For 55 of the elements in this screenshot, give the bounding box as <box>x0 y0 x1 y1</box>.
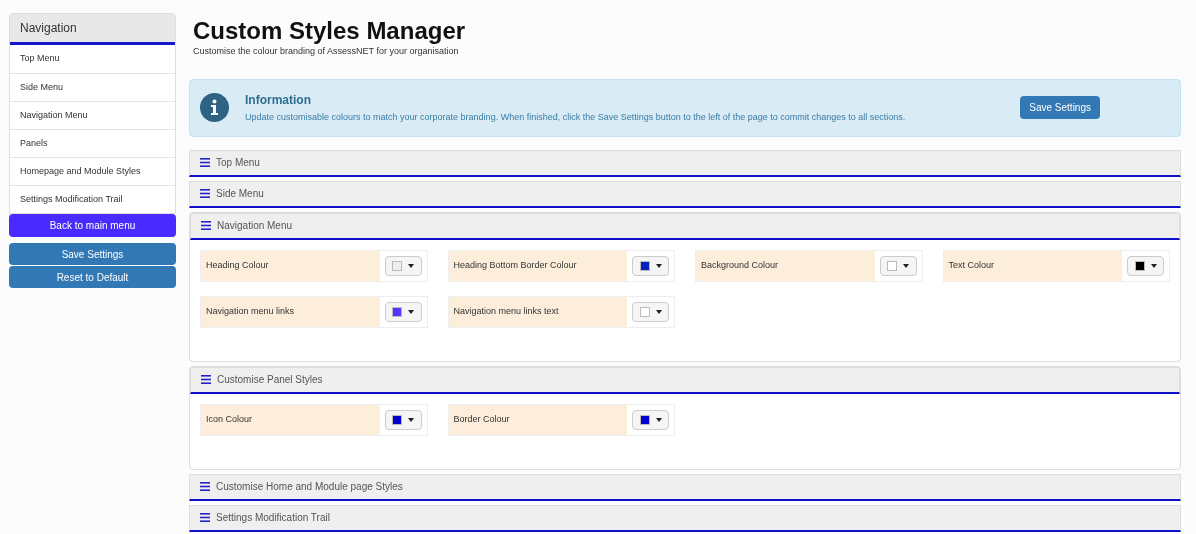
info-icon <box>200 93 229 122</box>
section-header[interactable]: Settings Modification Trail <box>189 504 1181 532</box>
menu-icon <box>200 189 210 198</box>
section-title: Customise Home and Module page Styles <box>216 480 403 494</box>
info-text: Update customisable colours to match your corporate branding. When finished, click the Save Settings button to the left of the page to commit changes to all sections. <box>245 110 907 124</box>
sidebar-item[interactable]: Top Menu <box>10 45 175 73</box>
save-settings-button[interactable]: Save Settings <box>1020 96 1100 119</box>
menu-icon <box>201 221 211 230</box>
caret-icon <box>408 417 414 422</box>
sidebar-title: Navigation <box>10 14 175 45</box>
info-title: Information <box>245 91 312 109</box>
colour-picker[interactable] <box>632 255 669 276</box>
section-title: Side Menu <box>216 187 264 201</box>
field-label: Border Colour <box>448 404 627 435</box>
caret-icon <box>408 263 414 268</box>
caret-icon <box>655 263 662 268</box>
page-title: Custom Styles Manager <box>193 17 466 45</box>
section-title: Navigation Menu <box>217 219 293 233</box>
colour-picker[interactable] <box>632 409 669 430</box>
field-label: Heading Bottom Border Colour <box>448 250 627 281</box>
section-title: Top Menu <box>216 156 260 170</box>
menu-icon <box>200 158 210 167</box>
field-label: Background Colour <box>696 250 875 281</box>
section-header[interactable]: Side Menu <box>189 180 1181 208</box>
section-header[interactable]: Navigation Menu <box>190 212 1180 240</box>
caret-icon <box>655 309 662 314</box>
caret-icon <box>655 417 662 422</box>
menu-icon <box>200 482 210 491</box>
back-to-main-menu-button[interactable]: Back to main menu <box>9 214 176 237</box>
sidebar-item[interactable]: Panels <box>10 129 175 157</box>
caret-icon <box>408 309 414 314</box>
section-header[interactable]: Customise Panel Styles <box>190 366 1180 394</box>
caret-icon <box>903 263 909 268</box>
caret-icon <box>1150 263 1157 268</box>
field-label: Heading Colour <box>201 250 380 281</box>
page-subtitle: Customise the colour branding of AssessNET for your organisation <box>193 45 459 58</box>
section-title: Customise Panel Styles <box>217 373 323 387</box>
menu-icon <box>201 375 211 384</box>
field-label: Icon Colour <box>201 404 380 435</box>
sidebar-item[interactable]: Settings Modification Trail <box>10 185 175 213</box>
save-settings-button[interactable]: Save Settings <box>9 243 176 265</box>
reset-to-default-button[interactable]: Reset to Default <box>9 266 176 288</box>
section-title: Settings Modification Trail <box>216 511 330 525</box>
field-label: Text Colour <box>943 250 1122 281</box>
field-label: Navigation menu links <box>201 296 380 327</box>
colour-picker[interactable] <box>384 409 422 430</box>
section-header[interactable]: Customise Home and Module page Styles <box>189 473 1181 501</box>
sidebar-item[interactable]: Homepage and Module Styles <box>10 157 175 185</box>
menu-icon <box>200 513 210 522</box>
sidebar-item[interactable]: Navigation Menu <box>10 101 175 129</box>
section-header[interactable]: Top Menu <box>189 149 1181 177</box>
colour-picker[interactable] <box>1127 255 1164 276</box>
sidebar-item[interactable]: Side Menu <box>10 73 175 101</box>
field-label: Navigation menu links text <box>448 296 627 327</box>
colour-picker[interactable] <box>384 301 422 322</box>
